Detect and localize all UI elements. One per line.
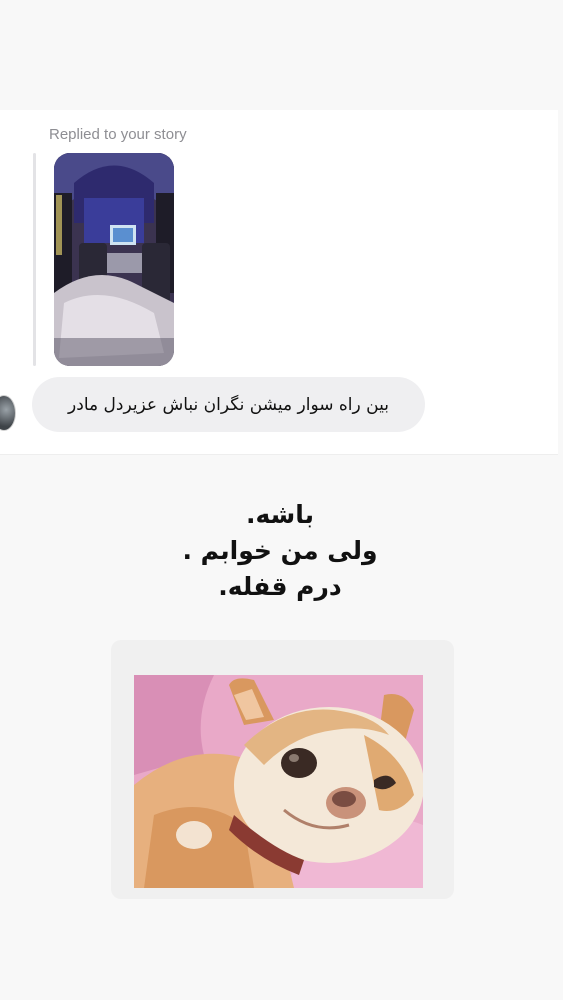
message-text: بین راه سوار میشن نگران نباش عزیردل مادر (68, 394, 389, 415)
story-text-overlay: باشه. ولی من خوابم . درم قفله. (120, 497, 440, 605)
top-blank-area (0, 0, 563, 110)
story-text-line-2: ولی من خوابم . (182, 536, 378, 565)
replied-to-story-caption: Replied to your story (49, 126, 187, 143)
story-text-line-1: باشه. (245, 500, 315, 529)
reply-indicator-bar (33, 153, 36, 366)
chihuahua-sticker[interactable] (134, 675, 423, 888)
train-cabin-photo-icon (54, 153, 174, 366)
story-text-line-3: درم قفله. (218, 572, 342, 601)
story-thumbnail[interactable] (54, 153, 174, 366)
chihuahua-photo-icon (134, 675, 423, 888)
message-bubble[interactable]: بین راه سوار میشن نگران نباش عزیردل مادر (32, 377, 425, 432)
